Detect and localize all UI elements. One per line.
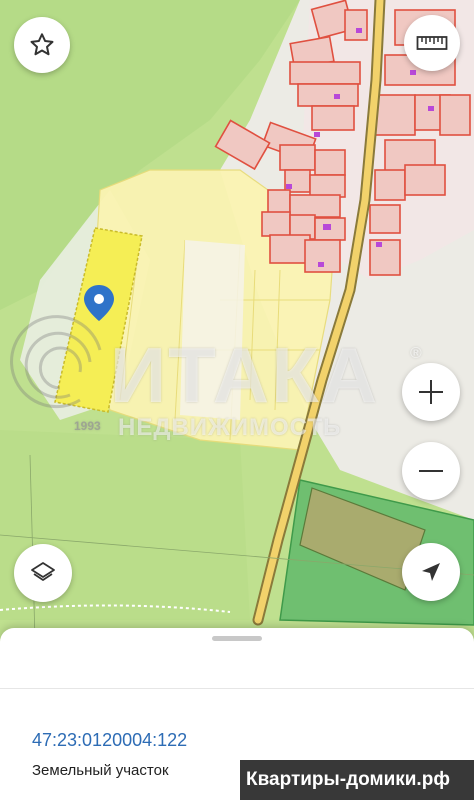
favorite-button[interactable]	[14, 17, 70, 73]
plus-icon	[419, 380, 443, 404]
watermark-brand: ИТАКА	[110, 331, 380, 419]
watermark-subtitle: НЕДВИЖИМОСТЬ	[118, 414, 342, 441]
map-canvas[interactable]	[0, 0, 474, 640]
cadastral-number-link[interactable]: 47:23:0120004:122	[32, 730, 187, 751]
ruler-icon	[416, 36, 448, 50]
parcel-type-label: Земельный участок	[32, 762, 169, 779]
minus-icon	[419, 470, 443, 472]
site-watermark-banner: Квартиры-домики.рф	[240, 760, 474, 800]
layers-button[interactable]	[14, 544, 72, 602]
zoom-in-button[interactable]	[402, 363, 460, 421]
ruler-button[interactable]	[404, 15, 460, 71]
locate-button[interactable]	[402, 543, 460, 601]
watermark-year: 1993	[74, 419, 101, 433]
sheet-grabber[interactable]	[212, 636, 262, 641]
sheet-divider	[0, 688, 474, 689]
star-icon	[30, 33, 54, 56]
watermark-registered-mark: ®	[410, 345, 422, 362]
navigation-arrow-icon	[422, 563, 440, 581]
zoom-out-button[interactable]	[402, 442, 460, 500]
layers-icon	[31, 562, 55, 581]
